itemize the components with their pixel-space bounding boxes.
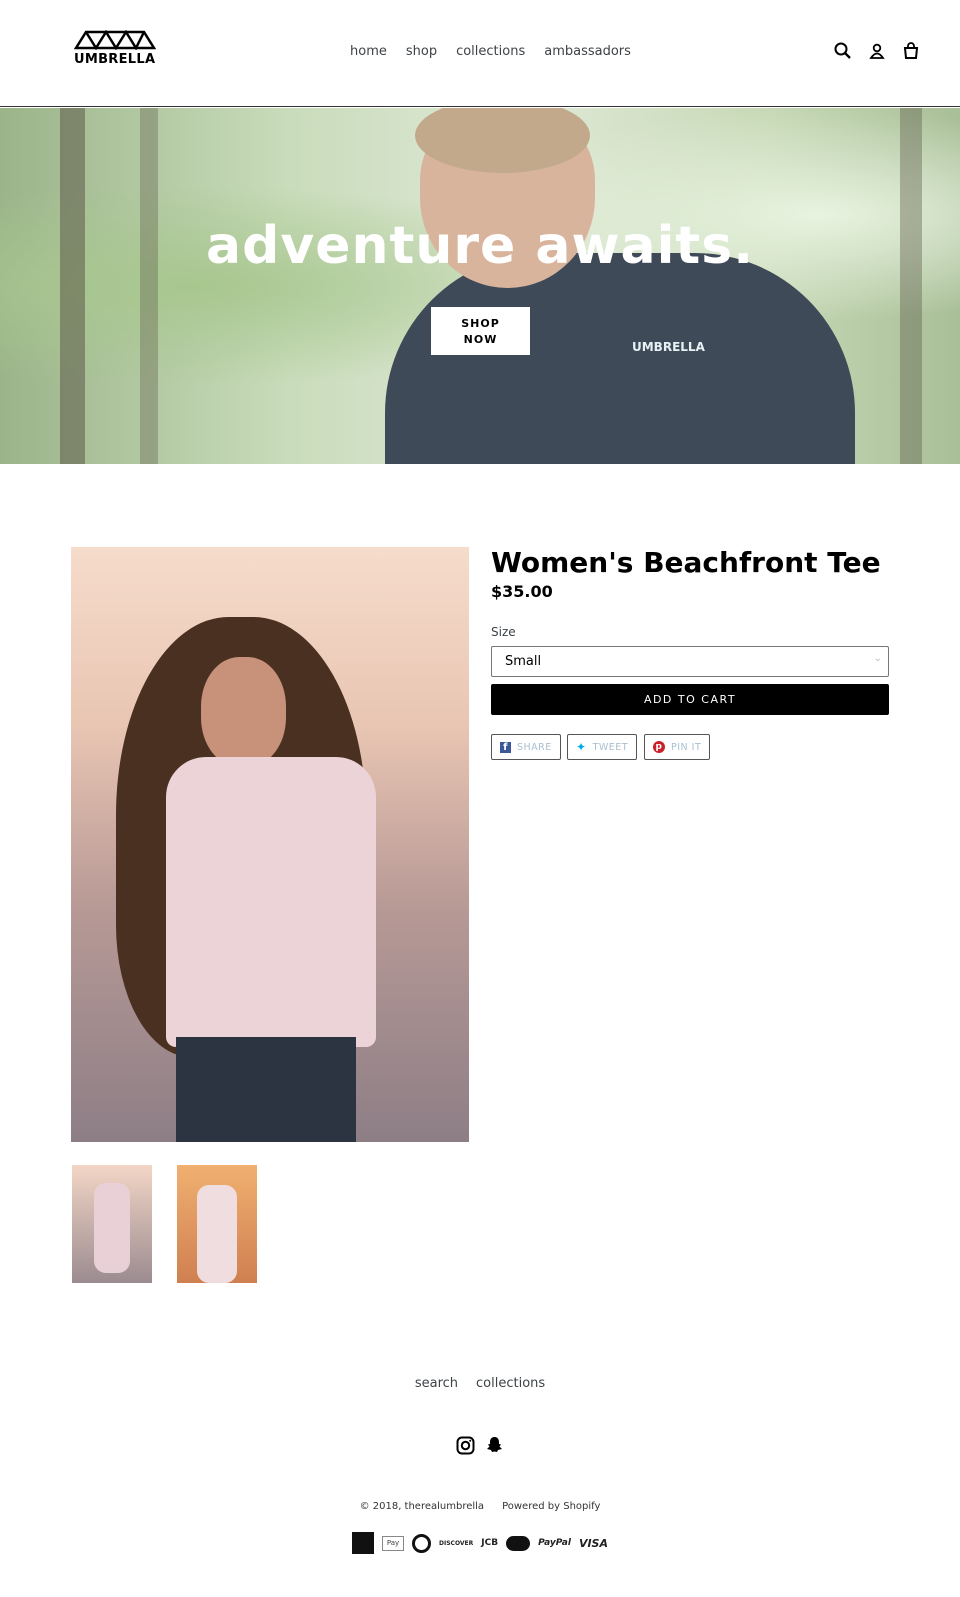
- twitter-icon: ✦: [576, 740, 587, 754]
- diners-club-icon: [412, 1533, 431, 1553]
- main-nav: home shop collections ambassadors: [350, 44, 631, 59]
- product-price: $35.00: [491, 582, 553, 601]
- logo-text: UMBRELLA: [74, 52, 156, 67]
- discover-icon: DISCOVER: [439, 1539, 474, 1547]
- logo[interactable]: UMBRELLA: [73, 29, 158, 67]
- instagram-icon[interactable]: [456, 1436, 475, 1455]
- copyright: © 2018, therealumbrella: [359, 1501, 485, 1512]
- share-pinterest-button[interactable]: p PIN IT: [644, 734, 711, 760]
- snapchat-icon[interactable]: [485, 1436, 504, 1455]
- footer-link-collections[interactable]: collections: [476, 1376, 545, 1391]
- payment-icons: Pay DISCOVER JCB PayPal VISA: [0, 1532, 960, 1554]
- share-facebook-button[interactable]: f SHARE: [491, 734, 561, 760]
- cart-icon[interactable]: [902, 42, 920, 60]
- thumbnail-1[interactable]: [72, 1165, 152, 1283]
- hero-banner: UMBRELLA adventure awaits. SHOP NOW: [0, 108, 960, 464]
- hero-model: [385, 253, 855, 464]
- nav-home[interactable]: home: [350, 44, 387, 59]
- facebook-icon: f: [500, 741, 511, 753]
- nav-collections[interactable]: collections: [456, 44, 525, 59]
- umbrella-logo-icon: [73, 29, 157, 51]
- powered-by-shopify[interactable]: Powered by Shopify: [502, 1501, 600, 1512]
- product-title: Women's Beachfront Tee: [491, 546, 881, 579]
- visa-icon: VISA: [578, 1536, 608, 1550]
- size-label: Size: [491, 625, 516, 639]
- thumbnail-2[interactable]: [177, 1165, 257, 1283]
- apple-pay-icon: Pay: [382, 1535, 404, 1551]
- add-to-cart-button[interactable]: ADD TO CART: [491, 684, 889, 715]
- pinterest-icon: p: [653, 741, 665, 753]
- nav-shop[interactable]: shop: [406, 44, 437, 59]
- footer-links: search collections: [0, 1376, 960, 1391]
- share-twitter-button[interactable]: ✦ TWEET: [567, 734, 638, 760]
- mastercard-icon: [506, 1535, 531, 1551]
- product-image[interactable]: [71, 547, 469, 1142]
- size-select[interactable]: Small ⌄: [491, 646, 889, 677]
- site-header: UMBRELLA home shop collections ambassado…: [0, 0, 960, 107]
- shirt-logo: UMBRELLA: [632, 340, 705, 354]
- chevron-down-icon: ⌄: [873, 653, 882, 664]
- footer-link-search[interactable]: search: [415, 1376, 458, 1391]
- amex-icon: [352, 1532, 374, 1554]
- hero-title: adventure awaits.: [206, 216, 754, 276]
- jcb-icon: JCB: [481, 1538, 499, 1548]
- nav-ambassadors[interactable]: ambassadors: [544, 44, 631, 59]
- shop-now-button[interactable]: SHOP NOW: [431, 307, 530, 355]
- account-icon[interactable]: [869, 42, 885, 60]
- search-icon[interactable]: [834, 42, 852, 60]
- paypal-icon: PayPal: [538, 1538, 571, 1548]
